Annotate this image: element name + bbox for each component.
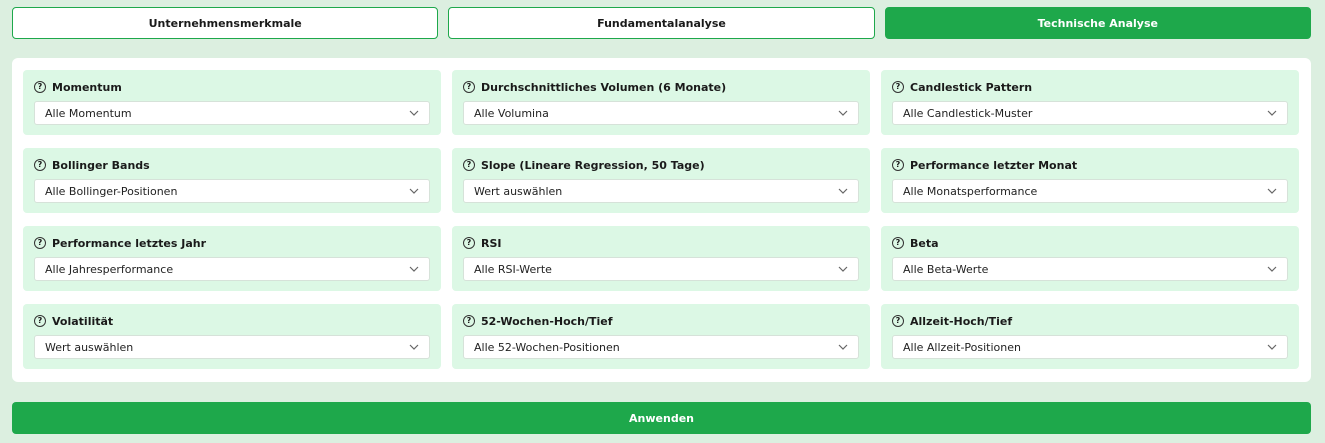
candlestick-select[interactable]: Alle Candlestick-Muster [892, 101, 1288, 125]
filter-card-allzeit: ? Allzeit-Hoch/Tief Alle Allzeit-Positio… [881, 304, 1299, 369]
filter-label: Allzeit-Hoch/Tief [910, 314, 1013, 328]
filter-label: Volatilität [52, 314, 114, 328]
chevron-down-icon [838, 186, 848, 196]
select-value: Alle Volumina [474, 106, 549, 120]
filter-card-rsi: ? RSI Alle RSI-Werte [452, 226, 870, 291]
filter-label: Performance letzter Monat [910, 158, 1078, 172]
filter-header: ? Volatilität [34, 314, 113, 328]
help-circle-icon[interactable]: ? [463, 237, 475, 249]
apply-button[interactable]: Anwenden [12, 402, 1311, 434]
filter-label: RSI [481, 236, 502, 250]
filter-label: Momentum [52, 80, 122, 94]
performance-jahr-select[interactable]: Alle Jahresperformance [34, 257, 430, 281]
volatilitaet-select[interactable]: Wert auswählen [34, 335, 430, 359]
tab-technische-analyse[interactable]: Technische Analyse [884, 7, 1311, 39]
filter-card-performance-monat: ? Performance letzter Monat Alle Monatsp… [881, 148, 1299, 213]
select-value: Alle RSI-Werte [474, 262, 552, 276]
select-value: Alle Candlestick-Muster [903, 106, 1033, 120]
help-circle-icon[interactable]: ? [34, 237, 46, 249]
filter-header: ? Durchschnittliches Volumen (6 Monate) [463, 80, 726, 94]
help-circle-icon[interactable]: ? [463, 81, 475, 93]
select-value: Alle 52-Wochen-Positionen [474, 340, 620, 354]
filter-card-momentum: ? Momentum Alle Momentum [23, 70, 441, 135]
beta-select[interactable]: Alle Beta-Werte [892, 257, 1288, 281]
filter-card-beta: ? Beta Alle Beta-Werte [881, 226, 1299, 291]
select-value: Alle Momentum [45, 106, 132, 120]
filter-label: Durchschnittliches Volumen (6 Monate) [481, 80, 727, 94]
filter-card-slope: ? Slope (Lineare Regression, 50 Tage) We… [452, 148, 870, 213]
filter-header: ? Performance letzter Monat [892, 158, 1077, 172]
select-value: Alle Bollinger-Positionen [45, 184, 178, 198]
select-value: Wert auswählen [474, 184, 563, 198]
chevron-down-icon [838, 342, 848, 352]
tab-unternehmensmerkmale[interactable]: Unternehmensmerkmale [12, 7, 439, 39]
allzeit-select[interactable]: Alle Allzeit-Positionen [892, 335, 1288, 359]
chevron-down-icon [1267, 264, 1277, 274]
bollinger-select[interactable]: Alle Bollinger-Positionen [34, 179, 430, 203]
help-circle-icon[interactable]: ? [892, 315, 904, 327]
filter-header: ? Allzeit-Hoch/Tief [892, 314, 1012, 328]
chevron-down-icon [409, 108, 419, 118]
filter-header: ? Candlestick Pattern [892, 80, 1032, 94]
filter-card-volumen: ? Durchschnittliches Volumen (6 Monate) … [452, 70, 870, 135]
filter-card-candlestick: ? Candlestick Pattern Alle Candlestick-M… [881, 70, 1299, 135]
chevron-down-icon [1267, 342, 1277, 352]
filter-label: Candlestick Pattern [910, 80, 1033, 94]
chevron-down-icon [838, 108, 848, 118]
momentum-select[interactable]: Alle Momentum [34, 101, 430, 125]
select-value: Alle Monatsperformance [903, 184, 1038, 198]
filter-card-volatilitaet: ? Volatilität Wert auswählen [23, 304, 441, 369]
filter-label: Slope (Lineare Regression, 50 Tage) [481, 158, 705, 172]
help-circle-icon[interactable]: ? [34, 159, 46, 171]
filter-header: ? Slope (Lineare Regression, 50 Tage) [463, 158, 705, 172]
filter-header: ? Beta [892, 236, 939, 250]
select-value: Alle Beta-Werte [903, 262, 989, 276]
performance-monat-select[interactable]: Alle Monatsperformance [892, 179, 1288, 203]
filter-header: ? Momentum [34, 80, 122, 94]
filter-card-performance-jahr: ? Performance letztes Jahr Alle Jahrespe… [23, 226, 441, 291]
chevron-down-icon [838, 264, 848, 274]
filter-header: ? Performance letztes Jahr [34, 236, 206, 250]
select-value: Alle Jahresperformance [45, 262, 174, 276]
tab-bar: Unternehmensmerkmale Fundamentalanalyse … [12, 7, 1311, 39]
help-circle-icon[interactable]: ? [892, 81, 904, 93]
filter-card-bollinger: ? Bollinger Bands Alle Bollinger-Positio… [23, 148, 441, 213]
filter-header: ? RSI [463, 236, 502, 250]
filter-label: 52-Wochen-Hoch/Tief [481, 314, 613, 328]
chevron-down-icon [1267, 108, 1277, 118]
rsi-select[interactable]: Alle RSI-Werte [463, 257, 859, 281]
help-circle-icon[interactable]: ? [34, 81, 46, 93]
filter-header: ? 52-Wochen-Hoch/Tief [463, 314, 613, 328]
chevron-down-icon [409, 342, 419, 352]
filter-card-52-wochen: ? 52-Wochen-Hoch/Tief Alle 52-Wochen-Pos… [452, 304, 870, 369]
volumen-select[interactable]: Alle Volumina [463, 101, 859, 125]
filter-header: ? Bollinger Bands [34, 158, 150, 172]
help-circle-icon[interactable]: ? [34, 315, 46, 327]
select-value: Alle Allzeit-Positionen [903, 340, 1021, 354]
chevron-down-icon [1267, 186, 1277, 196]
chevron-down-icon [409, 264, 419, 274]
slope-select[interactable]: Wert auswählen [463, 179, 859, 203]
help-circle-icon[interactable]: ? [463, 315, 475, 327]
52-wochen-select[interactable]: Alle 52-Wochen-Positionen [463, 335, 859, 359]
chevron-down-icon [409, 186, 419, 196]
tab-fundamentalanalyse[interactable]: Fundamentalanalyse [448, 7, 875, 39]
select-value: Wert auswählen [45, 340, 134, 354]
help-circle-icon[interactable]: ? [892, 159, 904, 171]
filter-label: Performance letztes Jahr [52, 236, 206, 250]
filter-grid: ? Momentum Alle Momentum ? Durchschnittl… [23, 70, 1300, 369]
filter-label: Beta [910, 236, 939, 250]
help-circle-icon[interactable]: ? [892, 237, 904, 249]
help-circle-icon[interactable]: ? [463, 159, 475, 171]
filter-panel: ? Momentum Alle Momentum ? Durchschnittl… [12, 58, 1311, 382]
filter-label: Bollinger Bands [52, 158, 150, 172]
